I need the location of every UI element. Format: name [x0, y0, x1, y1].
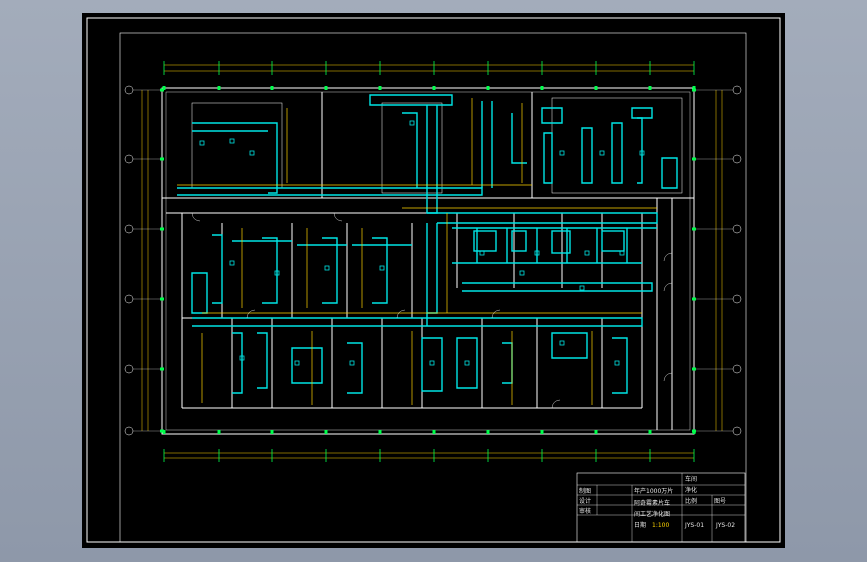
tb-project-line1: 年产1000万片	[634, 487, 673, 495]
diffuser	[379, 265, 385, 271]
column-bottom	[270, 430, 274, 434]
diffuser	[599, 150, 605, 156]
diffuser	[229, 138, 235, 144]
grid-axis-left	[124, 85, 162, 436]
drawing-sheet: 制图 设计 审核 年产1000万片 阿奇霉素片车 间工艺净化图 车间 净化 比例…	[82, 13, 785, 548]
tb-code-a: JYS-01	[684, 522, 704, 529]
tb-project-line2: 阿奇霉素片车	[634, 499, 670, 507]
side-dimension-chains	[141, 90, 723, 431]
axis-bubble-right	[732, 85, 742, 95]
diffuser	[559, 150, 565, 156]
column-right	[692, 227, 696, 231]
column-top	[324, 86, 328, 90]
diffuser	[559, 340, 565, 346]
axis-bubble-right	[732, 294, 742, 304]
diffuser	[294, 360, 300, 366]
axis-bubble-right	[732, 224, 742, 234]
axis-bubble-left	[124, 224, 134, 234]
tb-scale-label: 比例	[685, 497, 697, 505]
axis-bubble-left	[124, 85, 134, 95]
hvac-cleanroom-plan: 制图 设计 审核 年产1000万片 阿奇霉素片车 间工艺净化图 车间 净化 比例…	[86, 17, 781, 543]
column-top	[217, 86, 221, 90]
column-top	[486, 86, 490, 90]
bottom-dimension-ticks	[163, 449, 695, 462]
axis-bubble-left	[124, 294, 134, 304]
column-bottom	[594, 430, 598, 434]
tb-sheet-name: 车间	[685, 475, 697, 483]
tb-code-label: 图号	[714, 498, 726, 505]
column-bottom	[432, 430, 436, 434]
column-top	[432, 86, 436, 90]
tb-sheet-desc: 净化	[685, 486, 697, 494]
title-block: 制图 设计 审核 年产1000万片 阿奇霉素片车 间工艺净化图 车间 净化 比例…	[576, 472, 746, 543]
column-right	[692, 157, 696, 161]
diffuser	[584, 250, 590, 256]
tb-scale-value: 1:100	[652, 522, 669, 529]
column-bottom	[378, 430, 382, 434]
column-right	[692, 297, 696, 301]
column-right	[692, 367, 696, 371]
axis-bubble-left	[124, 364, 134, 374]
diffuser	[464, 360, 470, 366]
column-right	[692, 88, 696, 92]
diffuser	[409, 120, 415, 126]
outer-frame	[86, 17, 781, 543]
column-left	[160, 429, 164, 433]
grid-axis-right	[694, 85, 742, 436]
column-left	[160, 367, 164, 371]
column-bottom	[217, 430, 221, 434]
column-bottom	[648, 430, 652, 434]
door-swings	[191, 212, 673, 409]
column-bottom	[486, 430, 490, 434]
column-top	[540, 86, 544, 90]
diffuser	[429, 360, 435, 366]
axis-bubble-right	[732, 154, 742, 164]
top-dimension-ticks	[163, 61, 695, 75]
diffuser	[324, 265, 330, 271]
diffuser	[579, 285, 585, 291]
axis-bubble-left	[124, 154, 134, 164]
column-top	[594, 86, 598, 90]
column-left	[160, 227, 164, 231]
diffuser	[349, 360, 355, 366]
cad-viewport[interactable]: 制图 设计 审核 年产1000万片 阿奇霉素片车 间工艺净化图 车间 净化 比例…	[0, 0, 867, 562]
diffuser	[199, 140, 205, 146]
structural-columns	[160, 86, 696, 434]
column-left	[160, 157, 164, 161]
axis-bubble-right	[732, 426, 742, 436]
column-top	[648, 86, 652, 90]
top-dimension-chain	[164, 64, 694, 72]
column-bottom	[540, 430, 544, 434]
tb-project-line3: 间工艺净化图	[634, 510, 670, 518]
diffuser	[249, 150, 255, 156]
diffuser	[229, 260, 235, 266]
tb-row-review: 审核	[579, 507, 591, 515]
axis-bubble-left	[124, 426, 134, 436]
column-top	[378, 86, 382, 90]
tb-date-label: 日期	[634, 521, 646, 529]
bottom-dimension-chain	[164, 452, 694, 459]
diffuser	[614, 360, 620, 366]
column-bottom	[324, 430, 328, 434]
tb-row-design: 设计	[579, 497, 591, 505]
tb-code-b: JYS-02	[715, 522, 735, 529]
diffuser	[519, 270, 525, 276]
tb-row-drawn: 制图	[579, 487, 591, 495]
column-right	[692, 429, 696, 433]
column-left	[160, 297, 164, 301]
column-top	[270, 86, 274, 90]
column-left	[160, 88, 164, 92]
axis-bubble-right	[732, 364, 742, 374]
